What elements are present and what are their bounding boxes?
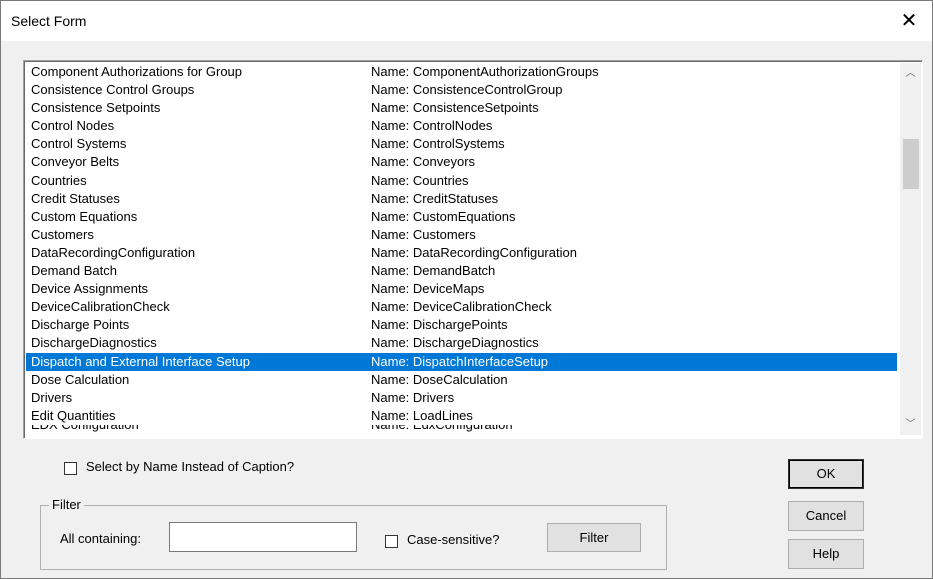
list-item-name: Name: ConsistenceSetpoints [371, 100, 539, 116]
list-item-caption: Consistence Control Groups [31, 82, 195, 98]
list-item-name: Name: EdxConfiguration [371, 425, 513, 434]
list-item[interactable]: DataRecordingConfiguration Name: DataReco… [26, 244, 897, 262]
list-item[interactable]: Countries Name: Countries [26, 172, 897, 190]
list-item-caption: Drivers [31, 389, 73, 405]
dialog-title: Select Form [11, 13, 87, 29]
list-item[interactable]: Device Assignments Name: DeviceMaps [26, 280, 897, 298]
list-item-caption: Control Nodes [31, 118, 115, 134]
cancel-button[interactable]: Cancel [788, 501, 864, 531]
list-item[interactable]: Dispatch and External Interface Setup Nam… [26, 352, 897, 371]
list-item-name: Name: DeviceMaps [371, 281, 485, 297]
form-list-rows: Component Authorizations for Group Name: … [26, 63, 897, 438]
list-item-name: Name: LoadLines [371, 407, 473, 423]
list-item-caption: Custom Equations [31, 208, 138, 224]
list-item-caption: EDX Configuration [31, 425, 139, 434]
list-item[interactable]: Consistence Setpoints Name: ConsistenceSe… [26, 99, 897, 117]
list-item-name: Name: ControlNodes [371, 118, 493, 134]
list-item-caption: Device Assignments [31, 281, 149, 297]
list-item-name: Name: DischargePoints [371, 317, 508, 333]
case-sensitive-option[interactable]: Case-sensitive? [385, 532, 500, 549]
list-item-name: Name: Drivers [371, 389, 455, 405]
filter-group: Filter All containing: Case-sensitive? F… [40, 497, 667, 570]
list-item-name: Name: DoseCalculation [371, 371, 508, 387]
list-item-caption: Edit Quantities [31, 407, 116, 423]
list-item[interactable]: Discharge Points Name: DischargePoints [26, 316, 897, 334]
select-form-dialog: Select Form ✕ Component Authorizations f… [0, 0, 933, 579]
list-item-caption: Component Authorizations for Group [31, 64, 243, 79]
scroll-up-icon[interactable]: ︿ [900, 64, 921, 84]
list-item-name: Name: ControlSystems [371, 136, 505, 152]
list-item[interactable]: Credit Statuses Name: CreditStatuses [26, 190, 897, 208]
list-item[interactable]: Control Systems Name: ControlSystems [26, 135, 897, 153]
list-item-name: Name: CustomEquations [371, 208, 516, 224]
select-by-name-checkbox[interactable] [64, 462, 77, 476]
list-item-name: Name: DataRecordingConfiguration [371, 244, 577, 260]
list-item-caption: Control Systems [31, 136, 127, 152]
list-item[interactable]: Conveyor Belts Name: Conveyors [26, 153, 897, 171]
help-button[interactable]: Help [788, 539, 864, 569]
list-item[interactable]: Component Authorizations for Group Name: … [26, 63, 897, 81]
list-item[interactable]: Customers Name: Customers [26, 226, 897, 244]
list-item-name: Name: CreditStatuses [371, 190, 499, 206]
list-item-name: Name: DemandBatch [371, 263, 496, 279]
list-item-name: Name: ComponentAuthorizationGroups [371, 64, 599, 79]
list-item[interactable]: Consistence Control Groups Name: Consiste… [26, 81, 897, 99]
vertical-scrollbar[interactable]: ︿ ﹀ [900, 63, 921, 435]
filter-button[interactable]: Filter [547, 523, 641, 552]
list-item-name: Name: ConsistenceControlGroup [371, 82, 563, 98]
list-item-caption: DataRecordingConfiguration [31, 244, 196, 260]
form-list[interactable]: Component Authorizations for Group Name: … [23, 60, 923, 439]
all-containing-input[interactable] [169, 522, 357, 552]
list-item[interactable]: Drivers Name: Drivers [26, 389, 897, 407]
select-by-name-option[interactable]: Select by Name Instead of Caption? [64, 459, 294, 476]
list-item-name: Name: Conveyors [371, 154, 476, 170]
list-item-caption: Dispatch and External Interface Setup [31, 353, 250, 369]
list-item[interactable]: Edit Quantities Name: LoadLines [26, 407, 897, 425]
list-item-name: Name: DischargeDiagnostics [371, 335, 539, 351]
list-item[interactable]: Custom Equations Name: CustomEquations [26, 208, 897, 226]
scroll-down-icon[interactable]: ﹀ [900, 415, 921, 435]
scrollbar-thumb[interactable] [903, 139, 919, 189]
list-item-caption: Consistence Setpoints [31, 100, 161, 116]
list-item-caption: Customers [31, 226, 94, 242]
list-item-caption: Demand Batch [31, 263, 117, 279]
list-item[interactable]: EDX Configuration Name: EdxConfiguration [26, 425, 897, 438]
case-sensitive-checkbox[interactable] [385, 535, 398, 549]
list-item-caption: DeviceCalibrationCheck [31, 299, 170, 315]
filter-group-title: Filter [49, 497, 84, 512]
list-item[interactable]: Control Nodes Name: ControlNodes [26, 117, 897, 135]
list-item-caption: Countries [31, 172, 87, 188]
list-item-name: Name: Customers [371, 226, 476, 242]
list-item-caption: Conveyor Belts [31, 154, 120, 170]
list-item-caption: Dose Calculation [31, 371, 130, 387]
list-item-caption: Credit Statuses [31, 190, 120, 206]
list-item[interactable]: DeviceCalibrationCheck Name: DeviceCalibr… [26, 298, 897, 316]
list-item-name: Name: DeviceCalibrationCheck [371, 299, 552, 315]
all-containing-label: All containing: [60, 531, 141, 546]
case-sensitive-label[interactable]: Case-sensitive? [407, 532, 500, 547]
list-item-caption: DischargeDiagnostics [31, 335, 157, 351]
select-by-name-label[interactable]: Select by Name Instead of Caption? [86, 459, 294, 474]
list-item[interactable]: Dose Calculation Name: DoseCalculation [26, 371, 897, 389]
list-item[interactable]: Demand Batch Name: DemandBatch [26, 262, 897, 280]
list-item-caption: Discharge Points [31, 317, 130, 333]
list-item-name: Name: DispatchInterfaceSetup [371, 353, 549, 369]
list-item[interactable]: DischargeDiagnostics Name: DischargeDiagn… [26, 334, 897, 352]
close-icon[interactable]: ✕ [886, 1, 932, 41]
list-item-name: Name: Countries [371, 172, 469, 188]
ok-button[interactable]: OK [788, 459, 864, 489]
title-bar: Select Form ✕ [1, 1, 932, 41]
